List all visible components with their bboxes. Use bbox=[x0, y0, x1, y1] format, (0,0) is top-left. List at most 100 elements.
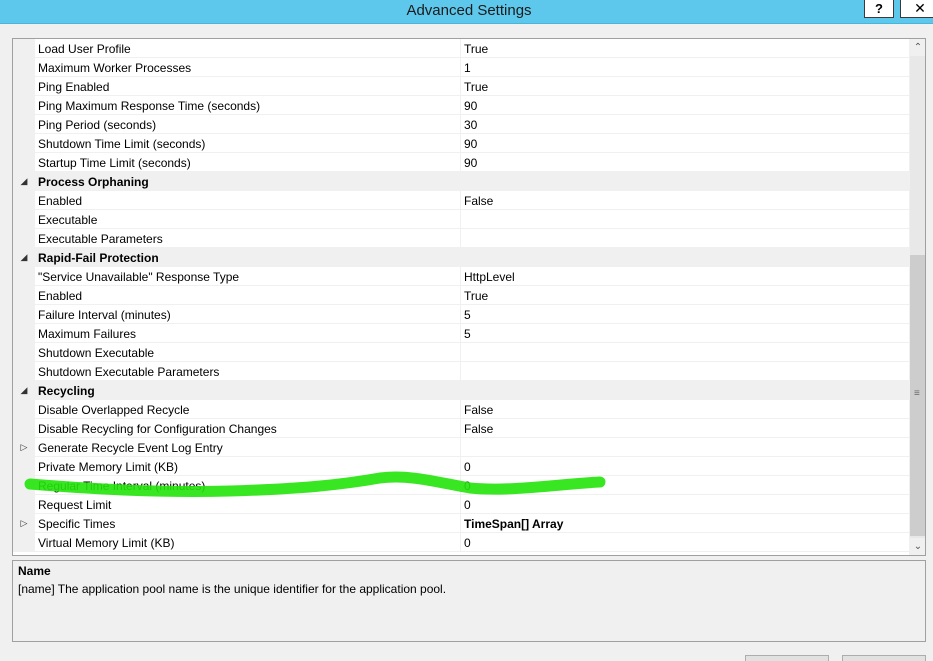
property-value[interactable]: HttpLevel bbox=[464, 270, 904, 284]
property-row[interactable]: Request Limit 0 bbox=[13, 495, 909, 514]
property-name: Failure Interval (minutes) bbox=[38, 308, 171, 322]
property-value[interactable]: True bbox=[464, 80, 904, 94]
property-value[interactable]: 0 bbox=[464, 460, 904, 474]
description-title: Name bbox=[18, 564, 51, 578]
column-divider bbox=[460, 286, 461, 305]
row-gutter bbox=[13, 153, 35, 172]
property-row[interactable]: Virtual Memory Limit (KB) 0 bbox=[13, 533, 909, 552]
property-name: Private Memory Limit (KB) bbox=[38, 460, 179, 474]
column-divider bbox=[460, 419, 461, 438]
property-row[interactable]: ▷ Specific Times TimeSpan[] Array bbox=[13, 514, 909, 533]
property-value[interactable]: True bbox=[464, 42, 904, 56]
column-divider bbox=[460, 495, 461, 514]
column-divider bbox=[460, 343, 461, 362]
row-gutter bbox=[13, 134, 35, 153]
property-row[interactable]: Load User Profile True bbox=[13, 39, 909, 58]
property-value[interactable]: False bbox=[464, 194, 904, 208]
property-value[interactable]: 90 bbox=[464, 99, 904, 113]
property-row[interactable]: Startup Time Limit (seconds) 90 bbox=[13, 153, 909, 172]
property-name: Disable Recycling for Configuration Chan… bbox=[38, 422, 277, 436]
category-label: Recycling bbox=[38, 384, 95, 398]
column-divider bbox=[460, 115, 461, 134]
property-row[interactable]: "Service Unavailable" Response Type HttpL… bbox=[13, 267, 909, 286]
scroll-up-button[interactable]: ⌃ bbox=[910, 39, 925, 56]
row-gutter bbox=[13, 362, 35, 381]
row-gutter bbox=[13, 324, 35, 343]
column-divider bbox=[460, 514, 461, 533]
property-name: Request Limit bbox=[38, 498, 112, 512]
description-text: [name] The application pool name is the … bbox=[18, 582, 447, 596]
row-gutter bbox=[13, 457, 35, 476]
property-row[interactable]: ▷ Generate Recycle Event Log Entry bbox=[13, 438, 909, 457]
scroll-down-button[interactable]: ⌄ bbox=[910, 538, 925, 555]
row-gutter bbox=[13, 419, 35, 438]
property-row[interactable]: Enabled True bbox=[13, 286, 909, 305]
row-gutter bbox=[13, 210, 35, 229]
property-value[interactable]: 5 bbox=[464, 308, 904, 322]
property-row[interactable]: Executable Parameters bbox=[13, 229, 909, 248]
column-divider bbox=[460, 400, 461, 419]
property-list: Load User Profile True Maximum Worker Proc… bbox=[13, 39, 909, 552]
row-gutter bbox=[13, 77, 35, 96]
property-value[interactable]: 0 bbox=[464, 498, 904, 512]
ok-button[interactable] bbox=[745, 655, 829, 661]
expand-icon[interactable]: ▷ bbox=[19, 442, 29, 453]
collapse-icon[interactable]: ◢ bbox=[19, 176, 29, 187]
property-row[interactable]: Ping Maximum Response Time (seconds) 90 bbox=[13, 96, 909, 115]
property-value[interactable]: 0 bbox=[464, 536, 904, 550]
column-divider bbox=[460, 153, 461, 172]
property-row[interactable]: Shutdown Executable Parameters bbox=[13, 362, 909, 381]
property-row[interactable]: Executable bbox=[13, 210, 909, 229]
property-row[interactable]: Private Memory Limit (KB) 0 bbox=[13, 457, 909, 476]
property-row[interactable]: Shutdown Time Limit (seconds) 90 bbox=[13, 134, 909, 153]
property-value[interactable]: False bbox=[464, 403, 904, 417]
property-row[interactable]: Failure Interval (minutes) 5 bbox=[13, 305, 909, 324]
row-gutter bbox=[13, 495, 35, 514]
property-name: Ping Maximum Response Time (seconds) bbox=[38, 99, 261, 113]
property-row[interactable]: Shutdown Executable bbox=[13, 343, 909, 362]
vertical-scrollbar[interactable]: ⌃ ≡ ⌄ bbox=[909, 39, 925, 555]
column-divider bbox=[460, 96, 461, 115]
property-row[interactable]: Disable Recycling for Configuration Chan… bbox=[13, 419, 909, 438]
row-gutter bbox=[13, 39, 35, 58]
property-row[interactable]: Ping Enabled True bbox=[13, 77, 909, 96]
property-name: Maximum Failures bbox=[38, 327, 137, 341]
column-divider bbox=[460, 229, 461, 248]
property-value[interactable]: 5 bbox=[464, 327, 904, 341]
property-name: Shutdown Executable bbox=[38, 346, 155, 360]
category-row[interactable]: ◢ Recycling bbox=[13, 381, 909, 400]
column-divider bbox=[460, 457, 461, 476]
row-gutter bbox=[13, 343, 35, 362]
column-divider bbox=[460, 305, 461, 324]
collapse-icon[interactable]: ◢ bbox=[19, 385, 29, 396]
column-divider bbox=[460, 533, 461, 552]
property-row[interactable]: Regular Time Interval (minutes) 0 bbox=[13, 476, 909, 495]
property-name: Generate Recycle Event Log Entry bbox=[38, 441, 223, 455]
property-value[interactable]: 30 bbox=[464, 118, 904, 132]
column-divider bbox=[460, 58, 461, 77]
category-row[interactable]: ◢ Process Orphaning bbox=[13, 172, 909, 191]
property-value[interactable]: TimeSpan[] Array bbox=[464, 517, 904, 531]
property-row[interactable]: Enabled False bbox=[13, 191, 909, 210]
collapse-icon[interactable]: ◢ bbox=[19, 252, 29, 263]
property-value[interactable]: 90 bbox=[464, 137, 904, 151]
property-value[interactable]: 0 bbox=[464, 479, 904, 493]
close-button[interactable]: ✕ bbox=[900, 0, 933, 18]
category-row[interactable]: ◢ Rapid-Fail Protection bbox=[13, 248, 909, 267]
property-name: Virtual Memory Limit (KB) bbox=[38, 536, 175, 550]
property-value[interactable]: 90 bbox=[464, 156, 904, 170]
property-value[interactable]: False bbox=[464, 422, 904, 436]
property-grid[interactable]: Load User Profile True Maximum Worker Proc… bbox=[12, 38, 926, 556]
expand-icon[interactable]: ▷ bbox=[19, 518, 29, 529]
property-name: Regular Time Interval (minutes) bbox=[38, 479, 206, 493]
cancel-button[interactable] bbox=[842, 655, 926, 661]
property-value[interactable]: 1 bbox=[464, 61, 904, 75]
property-row[interactable]: Maximum Failures 5 bbox=[13, 324, 909, 343]
column-divider bbox=[460, 134, 461, 153]
property-row[interactable]: Ping Period (seconds) 30 bbox=[13, 115, 909, 134]
help-button[interactable]: ? bbox=[864, 0, 894, 18]
property-row[interactable]: Disable Overlapped Recycle False bbox=[13, 400, 909, 419]
property-value[interactable]: True bbox=[464, 289, 904, 303]
property-row[interactable]: Maximum Worker Processes 1 bbox=[13, 58, 909, 77]
scroll-thumb[interactable]: ≡ bbox=[910, 255, 925, 536]
